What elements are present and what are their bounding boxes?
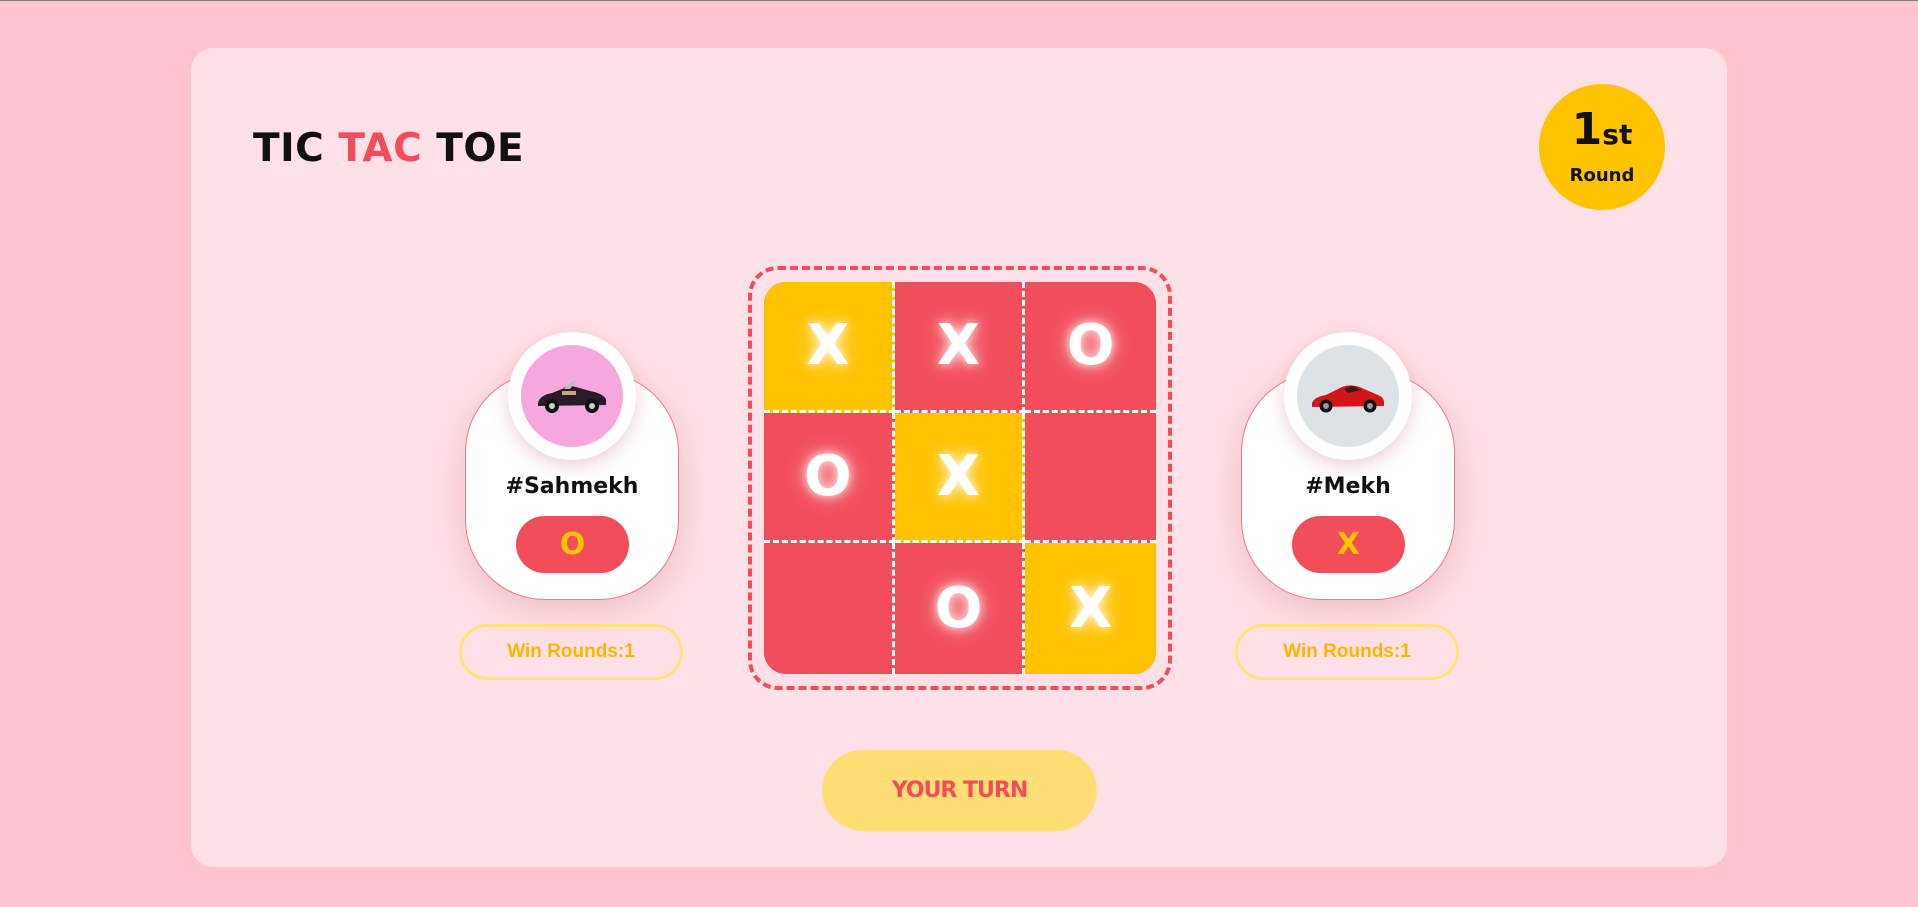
board-cell[interactable]: X (764, 282, 895, 413)
player-symbol-badge: X (1292, 516, 1405, 573)
player-name: #Sahmekh (505, 474, 639, 499)
title-word-tic: TIC (253, 126, 325, 171)
game-board: X X O O X O X (764, 282, 1156, 674)
car-icon (1312, 385, 1384, 413)
round-number-suffix: st (1602, 118, 1633, 151)
your-turn-button[interactable]: YOUR TURN (822, 750, 1097, 831)
board-cell[interactable]: O (764, 412, 895, 544)
game-title: TIC TAC TOE (253, 126, 524, 171)
round-number-value: 1 (1571, 104, 1603, 155)
player-card-1: #Sahmekh O (465, 332, 679, 600)
win-rounds-badge-2: Win Rounds:1 (1235, 624, 1459, 680)
round-number: 1st (1572, 108, 1633, 157)
black-car-avatar-image (521, 345, 623, 447)
avatar (1284, 332, 1412, 460)
player-name: #Mekh (1305, 474, 1391, 499)
board-cell[interactable]: X (894, 282, 1026, 413)
game-card: TIC TAC TOE 1st Round #Sahmekh O Win Rou… (191, 48, 1727, 867)
red-car-avatar-image (1297, 345, 1399, 447)
round-label: Round (1569, 165, 1635, 186)
board-cell[interactable]: O (1025, 282, 1156, 413)
title-word-toe: TOE (436, 126, 525, 171)
car-icon (538, 381, 606, 413)
board-cell[interactable] (764, 543, 895, 674)
board-cell[interactable] (1025, 412, 1156, 544)
board-cell[interactable]: X (894, 412, 1026, 544)
avatar (508, 332, 636, 460)
board-frame: X X O O X O X (748, 266, 1172, 690)
player-symbol-badge: O (516, 516, 629, 573)
round-badge: 1st Round (1539, 84, 1665, 210)
board-cell[interactable]: X (1025, 543, 1156, 674)
board-cell[interactable]: O (894, 543, 1026, 674)
player-card-2: #Mekh X (1241, 332, 1455, 600)
title-word-tac: TAC (338, 126, 423, 171)
win-rounds-badge-1: Win Rounds:1 (459, 624, 683, 680)
